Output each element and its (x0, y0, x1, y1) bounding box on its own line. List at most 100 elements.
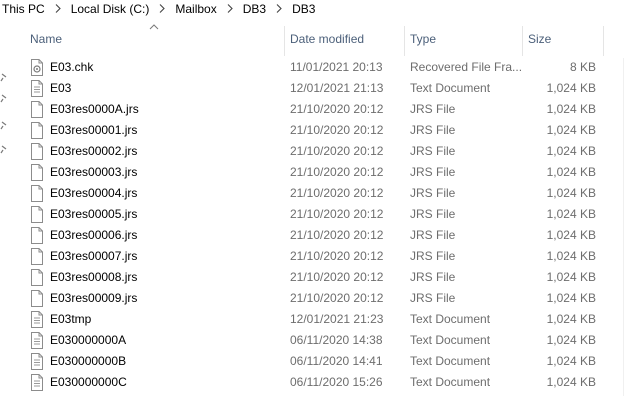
file-date-modified: 21/10/2020 20:12 (290, 249, 384, 263)
file-name[interactable]: E030000000B (50, 351, 284, 372)
column-header: Name Date modified Type Size (8, 20, 624, 58)
file-name[interactable]: E03 (50, 78, 284, 99)
text-document-icon (30, 311, 44, 328)
file-row[interactable]: E03res00005.jrs 21/10/2020 20:12 JRS File 1… (8, 204, 624, 225)
file-type: JRS File (410, 270, 456, 284)
file-type: JRS File (410, 207, 456, 221)
file-date-modified: 06/11/2020 14:38 (290, 333, 383, 347)
file-size: 1,024 KB (546, 249, 596, 263)
file-name[interactable]: E03res00004.jrs (50, 183, 284, 204)
file-type: Text Document (410, 81, 491, 95)
column-divider[interactable] (603, 26, 604, 56)
breadcrumb-mailbox[interactable]: Mailbox (173, 2, 218, 16)
file-type: Recovered File Fra... (410, 60, 523, 74)
file-date-modified: 06/11/2020 14:41 (290, 354, 383, 368)
pin-icon[interactable] (0, 120, 8, 130)
file-icon (30, 269, 44, 286)
file-icon (30, 143, 44, 160)
file-date-modified: 21/10/2020 20:12 (290, 186, 384, 200)
file-row[interactable]: E03res00003.jrs 21/10/2020 20:12 JRS File 1… (8, 162, 624, 183)
file-row[interactable]: E030000000C 06/11/2020 15:26 Text Document… (8, 372, 624, 393)
file-row[interactable]: E03res00002.jrs 21/10/2020 20:12 JRS File 1… (8, 141, 624, 162)
file-row[interactable]: E03res00001.jrs 21/10/2020 20:12 JRS File 1… (8, 120, 624, 141)
file-date-modified: 21/10/2020 20:12 (290, 228, 384, 242)
file-row[interactable]: E030000000B 06/11/2020 14:41 Text Document… (8, 351, 624, 372)
column-header-name[interactable]: Name (24, 20, 282, 58)
file-date-modified: 12/01/2021 21:13 (290, 81, 384, 95)
file-name[interactable]: E03res00007.jrs (50, 246, 284, 267)
file-type: JRS File (410, 165, 456, 179)
recovered-file-icon (30, 59, 44, 76)
pin-icon[interactable] (0, 72, 8, 82)
breadcrumb-this-pc[interactable]: This PC (0, 2, 47, 16)
chevron-right-icon[interactable] (156, 4, 168, 13)
navigation-pane-edge (0, 17, 8, 396)
breadcrumb-db3-parent[interactable]: DB3 (241, 2, 268, 16)
text-document-icon (30, 332, 44, 349)
file-icon (30, 206, 44, 223)
file-name[interactable]: E03res00009.jrs (50, 288, 284, 309)
file-type: Text Document (410, 354, 491, 368)
file-date-modified: 12/01/2021 21:23 (290, 312, 384, 326)
file-row[interactable]: E03res00006.jrs 21/10/2020 20:12 JRS File 1… (8, 225, 624, 246)
file-size: 1,024 KB (546, 81, 596, 95)
chevron-right-icon[interactable] (224, 4, 236, 13)
file-date-modified: 21/10/2020 20:12 (290, 144, 384, 158)
file-name[interactable]: E030000000A (50, 330, 284, 351)
file-size: 1,024 KB (546, 291, 596, 305)
file-name[interactable]: E03res00006.jrs (50, 225, 284, 246)
column-header-date-modified[interactable]: Date modified (284, 20, 404, 58)
file-date-modified: 06/11/2020 15:26 (290, 375, 383, 389)
file-row[interactable]: E03res00007.jrs 21/10/2020 20:12 JRS File 1… (8, 246, 624, 267)
column-header-type[interactable]: Type (404, 20, 524, 58)
file-icon (30, 101, 44, 118)
breadcrumb: This PC Local Disk (C:) Mailbox DB3 DB3 (0, 0, 624, 17)
file-icon (30, 227, 44, 244)
text-document-icon (30, 353, 44, 370)
pin-icon[interactable] (0, 144, 8, 154)
file-row[interactable]: E030000000A 06/11/2020 14:38 Text Document… (8, 330, 624, 351)
file-row[interactable]: E03res00008.jrs 21/10/2020 20:12 JRS File 1… (8, 267, 624, 288)
chevron-right-icon[interactable] (52, 4, 64, 13)
file-name[interactable]: E03res00005.jrs (50, 204, 284, 225)
file-type: JRS File (410, 186, 456, 200)
file-size: 1,024 KB (546, 354, 596, 368)
chevron-right-icon[interactable] (273, 4, 285, 13)
file-row[interactable]: E03res00009.jrs 21/10/2020 20:12 JRS File 1… (8, 288, 624, 309)
text-document-icon (30, 374, 44, 391)
file-row[interactable]: E03res0000A.jrs 21/10/2020 20:12 JRS File 1… (8, 99, 624, 120)
file-name[interactable]: E03tmp (50, 309, 284, 330)
file-type: Text Document (410, 312, 491, 326)
breadcrumb-local-disk[interactable]: Local Disk (C:) (69, 2, 152, 16)
file-size: 1,024 KB (546, 333, 596, 347)
file-size: 1,024 KB (546, 123, 596, 137)
file-name[interactable]: E03.chk (50, 57, 284, 78)
file-name[interactable]: E03res00001.jrs (50, 120, 284, 141)
file-name[interactable]: E030000000C (50, 372, 284, 393)
file-type: JRS File (410, 144, 456, 158)
file-row[interactable]: E03res00004.jrs 21/10/2020 20:12 JRS File 1… (8, 183, 624, 204)
breadcrumb-db3-current[interactable]: DB3 (290, 2, 317, 16)
file-explorer-window: This PC Local Disk (C:) Mailbox DB3 DB3 (0, 0, 624, 396)
file-size: 1,024 KB (546, 102, 596, 116)
file-size: 1,024 KB (546, 165, 596, 179)
file-list: E03.chk 11/01/2021 20:13 Recovered File Fr… (8, 57, 624, 393)
file-date-modified: 21/10/2020 20:12 (290, 102, 384, 116)
column-header-size[interactable]: Size (522, 20, 602, 58)
file-row[interactable]: E03.chk 11/01/2021 20:13 Recovered File Fr… (8, 57, 624, 78)
file-icon (30, 290, 44, 307)
file-name[interactable]: E03res00003.jrs (50, 162, 284, 183)
file-icon (30, 185, 44, 202)
file-date-modified: 21/10/2020 20:12 (290, 207, 384, 221)
file-name[interactable]: E03res00008.jrs (50, 267, 284, 288)
file-name[interactable]: E03res0000A.jrs (50, 99, 284, 120)
file-date-modified: 21/10/2020 20:12 (290, 165, 384, 179)
file-row[interactable]: E03 12/01/2021 21:13 Text Document 1,024 KB (8, 78, 624, 99)
file-type: JRS File (410, 249, 456, 263)
file-type: JRS File (410, 291, 456, 305)
pin-icon[interactable] (0, 93, 8, 103)
file-row[interactable]: E03tmp 12/01/2021 21:23 Text Document 1,024… (8, 309, 624, 330)
file-name[interactable]: E03res00002.jrs (50, 141, 284, 162)
file-size: 1,024 KB (546, 228, 596, 242)
text-document-icon (30, 80, 44, 97)
